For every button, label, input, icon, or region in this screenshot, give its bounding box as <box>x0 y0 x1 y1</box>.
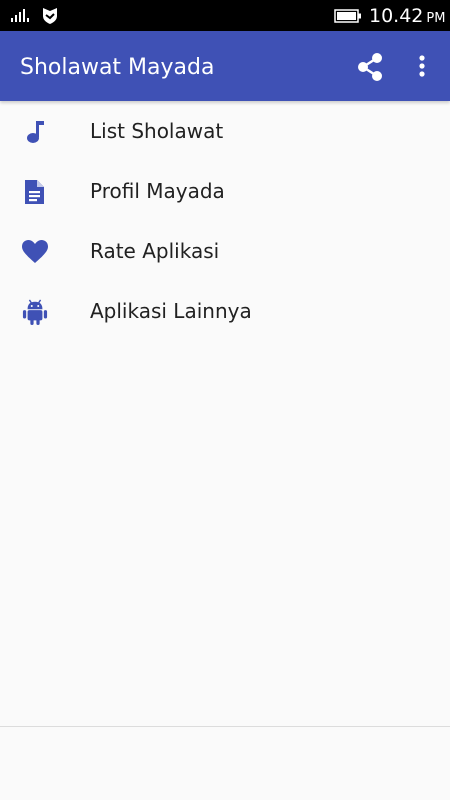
more-options-button[interactable] <box>412 51 432 83</box>
app-title: Sholawat Mayada <box>20 55 215 80</box>
status-bar: 10.42 PM <box>0 0 450 31</box>
status-clock: 10.42 PM <box>369 3 445 29</box>
heart-icon <box>22 240 48 263</box>
app-bar: Sholawat Mayada <box>0 31 450 101</box>
share-icon <box>358 53 382 81</box>
signal-icon <box>11 9 29 22</box>
menu-item-profil-mayada[interactable]: Profil Mayada <box>0 161 450 221</box>
music-note-icon <box>27 121 44 143</box>
clock-ampm: PM <box>426 11 446 26</box>
more-vert-icon <box>419 55 425 77</box>
document-icon <box>25 180 44 204</box>
clock-time: 10.42 <box>369 5 424 27</box>
menu-list: List Sholawat Profil Mayada Rate Aplikas… <box>0 101 450 341</box>
menu-item-aplikasi-lainnya[interactable]: Aplikasi Lainnya <box>0 281 450 341</box>
battery-icon <box>334 9 361 23</box>
menu-item-label: Profil Mayada <box>90 179 225 203</box>
bottom-area <box>0 727 450 800</box>
menu-item-label: Rate Aplikasi <box>90 239 220 263</box>
menu-item-list-sholawat[interactable]: List Sholawat <box>0 101 450 161</box>
menu-item-rate-aplikasi[interactable]: Rate Aplikasi <box>0 221 450 281</box>
menu-item-label: List Sholawat <box>90 119 224 143</box>
share-button[interactable] <box>354 51 386 83</box>
menu-item-label: Aplikasi Lainnya <box>90 299 252 323</box>
android-icon <box>22 299 48 325</box>
shield-icon <box>43 8 57 24</box>
